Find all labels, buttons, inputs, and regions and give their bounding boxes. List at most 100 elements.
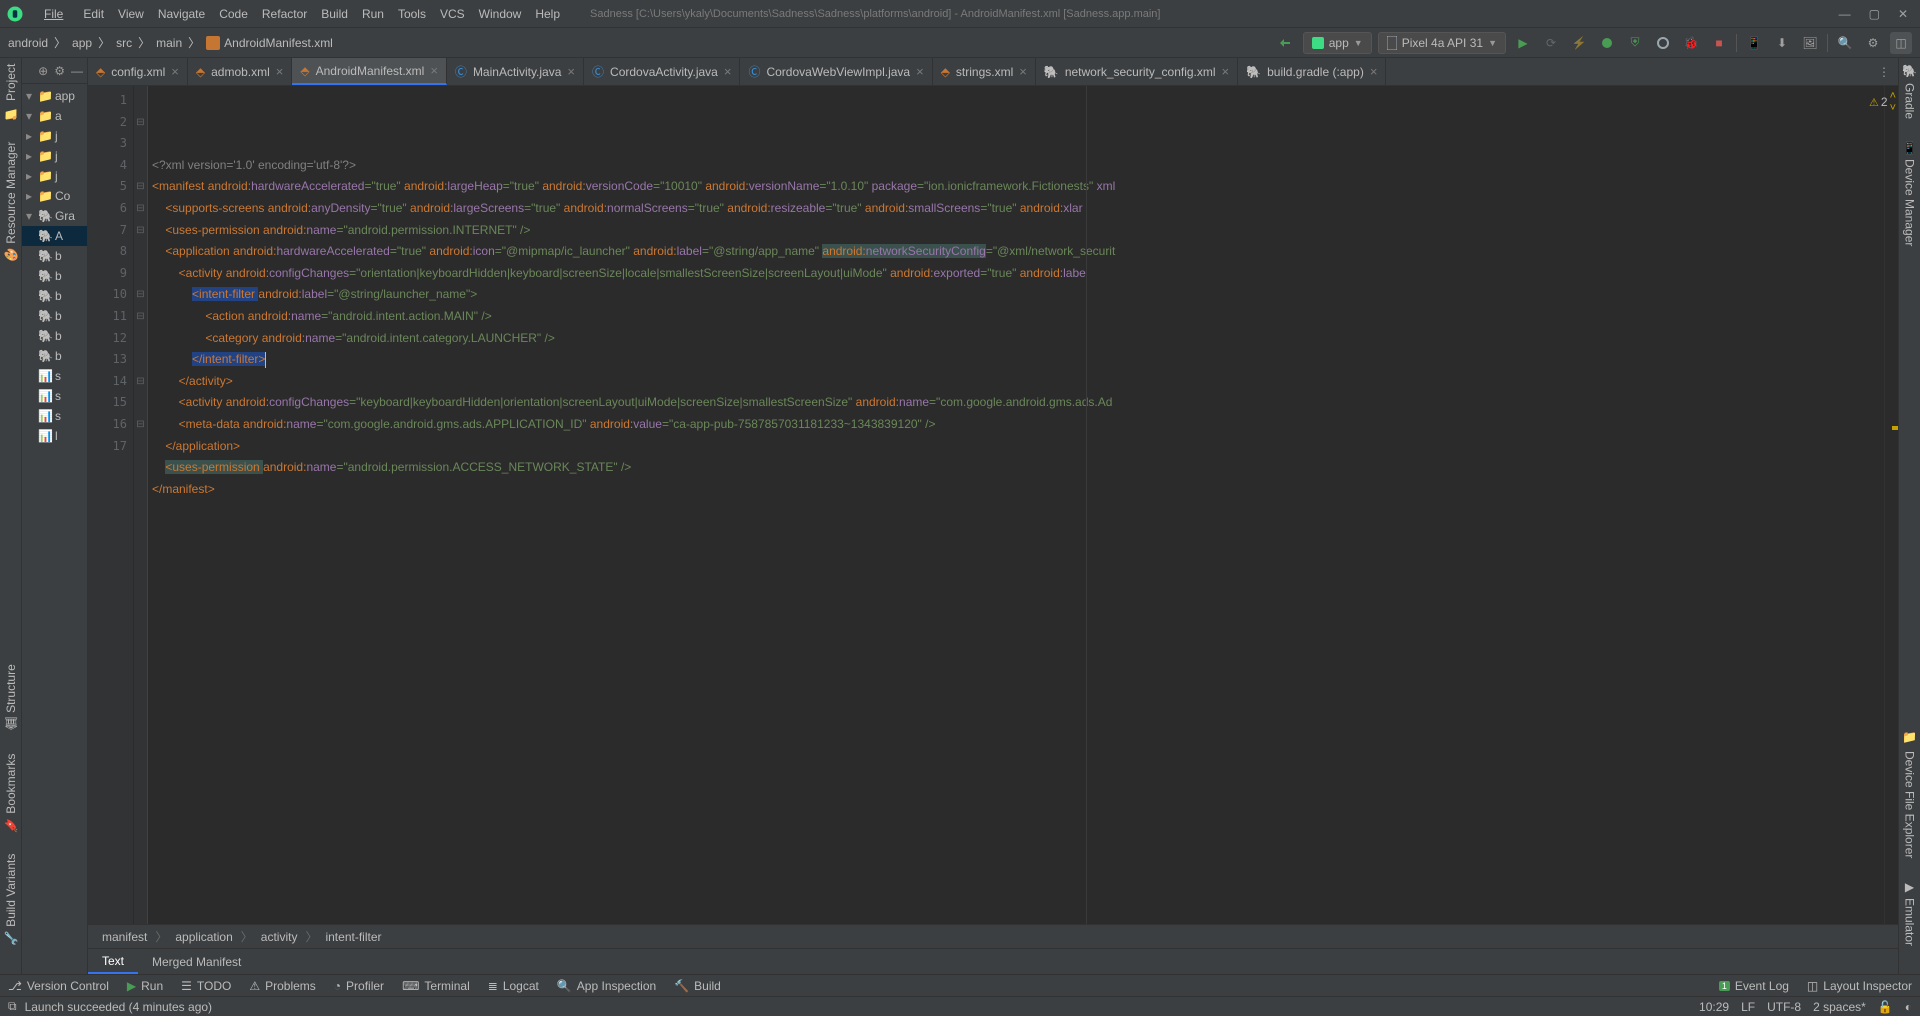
tree-item[interactable]: ▸📁j [22, 126, 87, 146]
close-icon[interactable]: × [1222, 64, 1230, 79]
tree-item[interactable]: 🐘b [22, 306, 87, 326]
tree-item[interactable]: 📊s [22, 366, 87, 386]
subtab-text[interactable]: Text [88, 949, 138, 974]
tool-terminal[interactable]: ⌨Terminal [402, 979, 470, 993]
project-hide-icon[interactable]: — [71, 64, 83, 78]
menu-code[interactable]: Code [213, 3, 254, 25]
tree-item[interactable]: 📊l [22, 426, 87, 446]
tab-androidmanifest[interactable]: ⬘AndroidManifest.xml× [292, 58, 447, 85]
device-dropdown[interactable]: Pixel 4a API 31 ▼ [1378, 32, 1506, 54]
line-separator[interactable]: LF [1741, 1000, 1755, 1014]
close-icon[interactable]: × [276, 64, 284, 79]
editor-breadcrumb[interactable]: manifest〉 application〉 activity〉 intent-… [88, 924, 1898, 948]
tool-profiler[interactable]: ◔Profiler [334, 979, 384, 993]
tab-build-gradle[interactable]: 🐘build.gradle (:app)× [1238, 58, 1386, 85]
close-button[interactable]: ✕ [1898, 7, 1908, 21]
run-config-dropdown[interactable]: app ▼ [1303, 32, 1372, 54]
crumb-src[interactable]: src [116, 36, 132, 50]
tree-item[interactable]: 🐘b [22, 246, 87, 266]
profiler-icon[interactable] [1652, 32, 1674, 54]
error-stripe[interactable]: ⚠2 ˄ ˅ [1884, 86, 1898, 924]
resource-manager-icon[interactable]: 🖼 [1799, 32, 1821, 54]
stop-button[interactable]: ■ [1708, 32, 1730, 54]
crumb-file[interactable]: AndroidManifest.xml [206, 36, 333, 50]
file-encoding[interactable]: UTF-8 [1767, 1000, 1801, 1014]
project-collapse-icon[interactable]: ⚙ [54, 64, 65, 78]
menu-view[interactable]: View [112, 3, 150, 25]
tree-item[interactable]: 🐘b [22, 266, 87, 286]
close-icon[interactable]: × [1370, 64, 1378, 79]
tool-device-file-explorer[interactable]: 📁Device File Explorer [1903, 732, 1917, 858]
subtab-merged-manifest[interactable]: Merged Manifest [138, 949, 255, 974]
crumb-main[interactable]: main [156, 36, 182, 50]
tree-item[interactable]: 🐘b [22, 326, 87, 346]
maximize-button[interactable]: ▢ [1869, 7, 1880, 21]
search-everywhere-icon[interactable]: 🔍 [1834, 32, 1856, 54]
tree-item[interactable]: 🐘b [22, 286, 87, 306]
close-icon[interactable]: × [1019, 64, 1027, 79]
sync-gradle-icon[interactable] [1275, 32, 1297, 54]
tool-structure[interactable]: 🏛Structure [4, 664, 18, 732]
attach-debugger-icon[interactable]: 🐞 [1680, 32, 1702, 54]
debug-button[interactable] [1596, 32, 1618, 54]
tree-item[interactable]: ▾📁a [22, 106, 87, 126]
tab-strings-xml[interactable]: ⬘strings.xml× [933, 58, 1036, 85]
tab-cordovawebview[interactable]: ⒸCordovaWebViewImpl.java× [740, 58, 932, 85]
avd-manager-icon[interactable]: 📱 [1743, 32, 1765, 54]
tool-resource-manager[interactable]: 🎨Resource Manager [4, 142, 18, 263]
close-icon[interactable]: × [430, 63, 438, 78]
inspection-widget[interactable]: ⚠2 ˄ ˅ [1869, 90, 1896, 114]
tree-item[interactable]: 🐘b [22, 346, 87, 366]
apply-code-icon[interactable]: ⚡ [1568, 32, 1590, 54]
tabs-more-icon[interactable]: ⋮ [1870, 58, 1898, 85]
tab-admob-xml[interactable]: ⬘admob.xml× [188, 58, 293, 85]
tab-network-security[interactable]: 🐘network_security_config.xml× [1036, 58, 1238, 85]
tree-item[interactable]: ▸📁Co [22, 186, 87, 206]
tree-item[interactable]: ▾🐘Gra [22, 206, 87, 226]
tool-gradle[interactable]: 🐘Gradle [1903, 64, 1917, 119]
status-window-icon[interactable]: ⧉ [8, 999, 17, 1014]
tool-build[interactable]: 🔨Build [674, 979, 721, 993]
readonly-icon[interactable]: 🔓 [1878, 1000, 1893, 1014]
memory-indicator[interactable]: ◐ [1905, 1000, 1912, 1014]
tool-bookmarks[interactable]: 🔖Bookmarks [4, 754, 18, 833]
project-select-opened-icon[interactable]: ⊕ [38, 64, 48, 78]
close-icon[interactable]: × [171, 64, 179, 79]
menu-window[interactable]: Window [473, 3, 528, 25]
tool-build-variants[interactable]: 🔧Build Variants [4, 854, 18, 946]
tool-problems[interactable]: ⚠Problems [249, 979, 315, 993]
minimize-button[interactable]: — [1839, 7, 1851, 21]
menu-refactor[interactable]: Refactor [256, 3, 313, 25]
tab-mainactivity[interactable]: ⒸMainActivity.java× [447, 58, 584, 85]
tool-run[interactable]: ▶Run [127, 979, 163, 993]
tool-event-log[interactable]: 1Event Log [1719, 979, 1789, 993]
menu-edit[interactable]: Edit [77, 3, 110, 25]
tab-cordovaactivity[interactable]: ⒸCordovaActivity.java× [584, 58, 740, 85]
hide-toolwindows-icon[interactable]: ◫ [1890, 32, 1912, 54]
code-editor[interactable]: 1234567891011121314151617 ⊟⊟⊟⊟⊟⊟⊟⊟ <?xml… [88, 86, 1898, 924]
tree-item[interactable]: 📊s [22, 386, 87, 406]
sdk-manager-icon[interactable]: ⬇ [1771, 32, 1793, 54]
crumb-android[interactable]: android [8, 36, 48, 50]
tool-app-inspection[interactable]: 🔍App Inspection [557, 979, 656, 993]
tool-todo[interactable]: ☰TODO [181, 979, 231, 993]
tree-root[interactable]: ▾📁app [22, 86, 87, 106]
fold-gutter[interactable]: ⊟⊟⊟⊟⊟⊟⊟⊟ [134, 86, 148, 924]
tree-item-selected[interactable]: 🐘A [22, 226, 87, 246]
menu-run[interactable]: Run [356, 3, 390, 25]
crumb-app[interactable]: app [72, 36, 92, 50]
close-icon[interactable]: × [724, 64, 732, 79]
menu-build[interactable]: Build [315, 3, 354, 25]
tree-item[interactable]: 📊s [22, 406, 87, 426]
tool-layout-inspector[interactable]: ◫Layout Inspector [1807, 979, 1912, 993]
apply-changes-icon[interactable]: ⟳ [1540, 32, 1562, 54]
tool-project[interactable]: 📁Project [4, 64, 18, 120]
settings-icon[interactable]: ⚙ [1862, 32, 1884, 54]
close-icon[interactable]: × [916, 64, 924, 79]
tool-emulator[interactable]: ▶Emulator [1903, 880, 1917, 946]
tree-item[interactable]: ▸📁j [22, 146, 87, 166]
run-button[interactable]: ▶ [1512, 32, 1534, 54]
menu-help[interactable]: Help [529, 3, 566, 25]
caret-position[interactable]: 10:29 [1699, 1000, 1729, 1014]
close-icon[interactable]: × [567, 64, 575, 79]
